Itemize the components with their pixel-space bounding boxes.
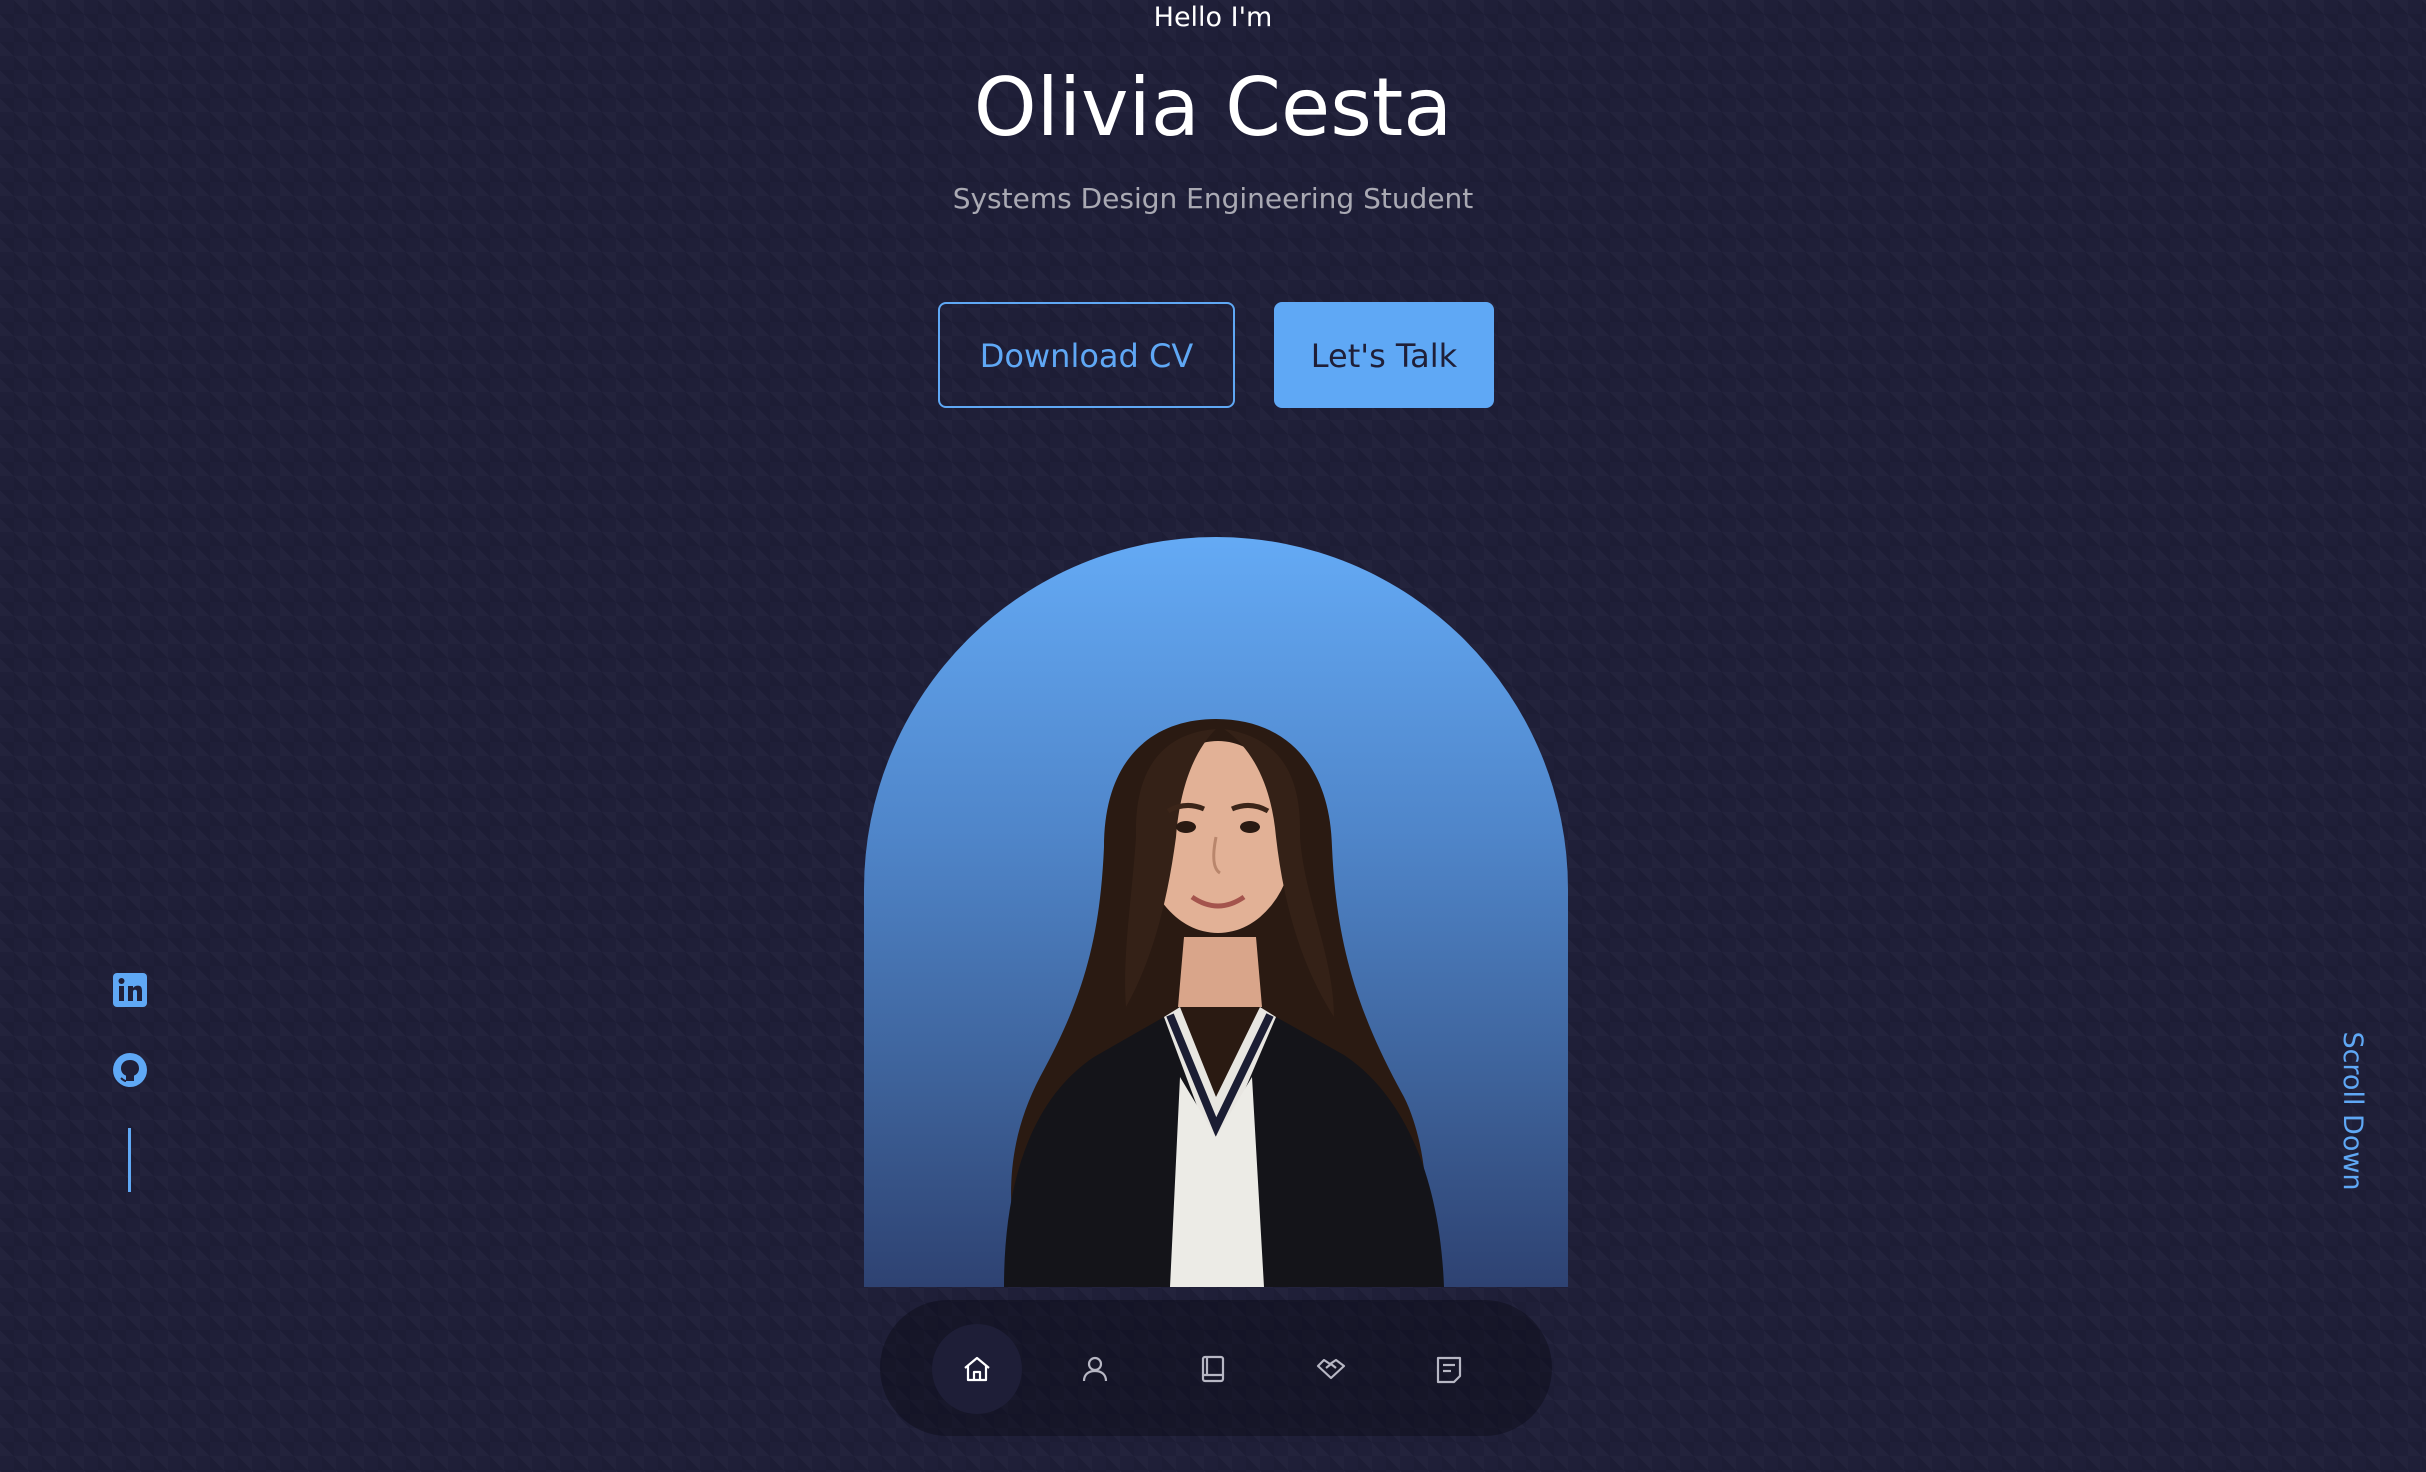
user-icon: [1082, 1356, 1108, 1382]
nav-experience[interactable]: [1168, 1324, 1258, 1414]
nav-contact[interactable]: [1404, 1324, 1494, 1414]
social-divider-line: [128, 1128, 131, 1192]
nav-home[interactable]: [932, 1324, 1022, 1414]
download-cv-button[interactable]: Download CV: [938, 302, 1235, 408]
scroll-down-link[interactable]: Scroll Down: [2332, 1021, 2372, 1201]
hero-subtitle: Systems Design Engineering Student: [952, 182, 1474, 215]
lets-talk-button[interactable]: Let's Talk: [1274, 302, 1494, 408]
greeting-text: Hello I'm: [1153, 2, 1273, 33]
nav-about[interactable]: [1050, 1324, 1140, 1414]
portrait-photo: [864, 537, 1568, 1287]
home-icon: [964, 1356, 990, 1382]
linkedin-icon[interactable]: [112, 972, 148, 1008]
bottom-nav: [880, 1300, 1552, 1436]
hero-name: Olivia Cesta: [973, 61, 1453, 154]
nav-services[interactable]: [1286, 1324, 1376, 1414]
message-icon: [1436, 1356, 1462, 1384]
book-icon: [1201, 1355, 1225, 1383]
handshake-icon: [1316, 1358, 1346, 1380]
github-icon[interactable]: [112, 1052, 148, 1088]
